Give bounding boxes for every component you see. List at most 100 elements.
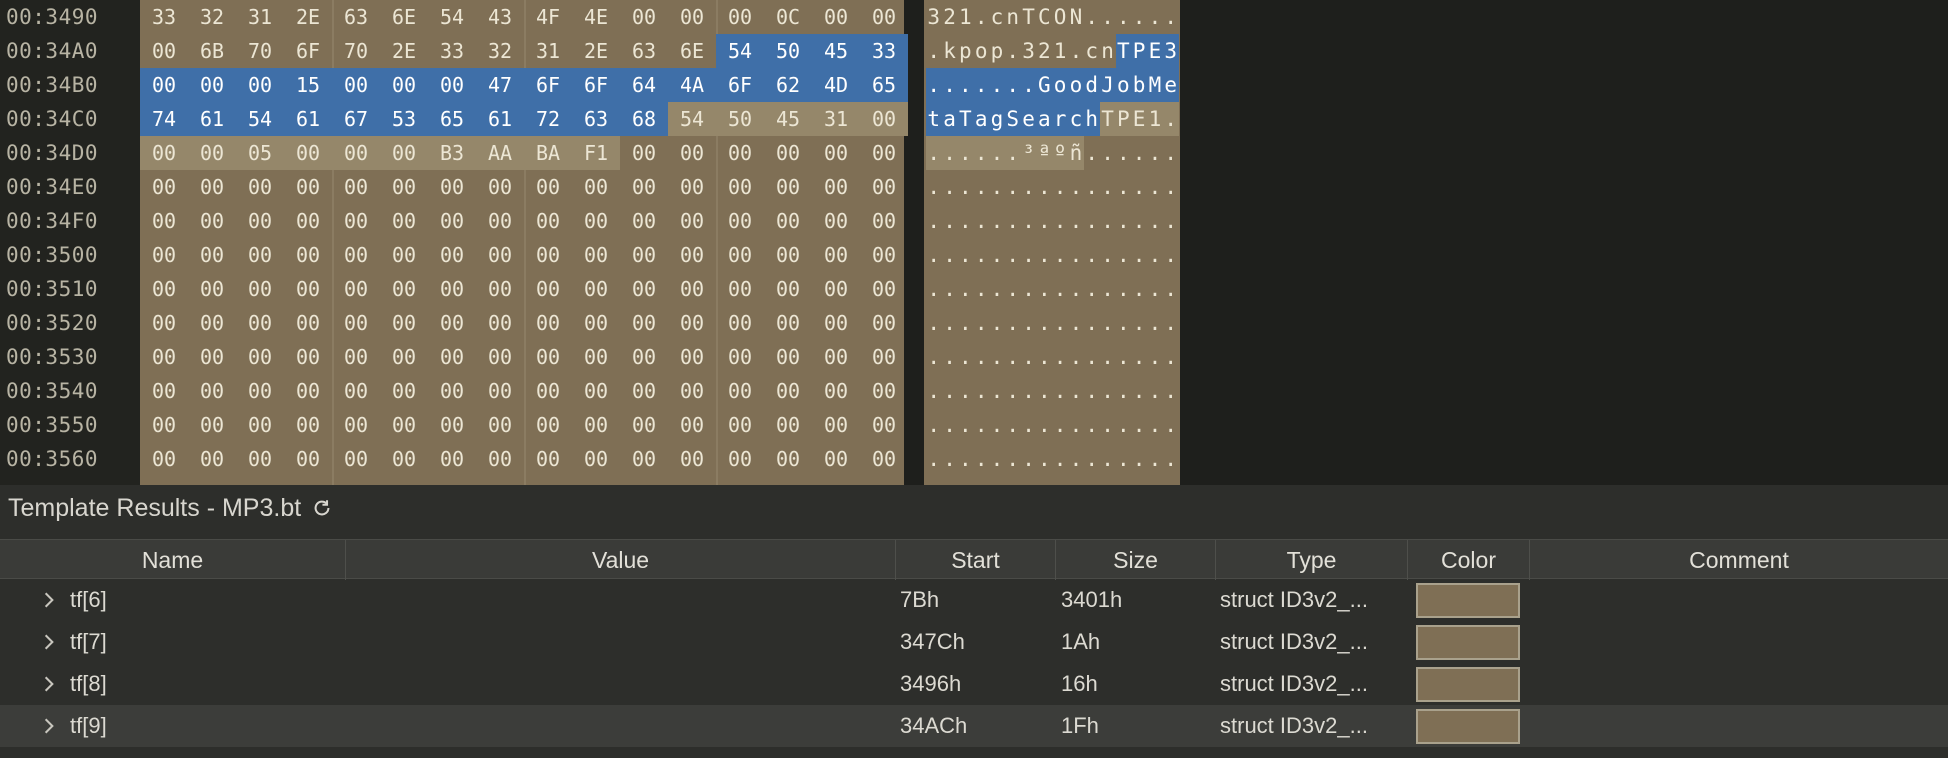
hex-byte[interactable]: 00 [530,238,566,272]
hex-byte[interactable]: 00 [188,136,236,170]
hex-byte[interactable]: 6E [674,34,710,68]
hex-byte[interactable]: 00 [386,238,422,272]
hex-row[interactable]: 00:3500 00 00 00 00 00 00 00 00 00 00 00 00 00 00 00 00.… [0,238,1180,272]
hex-byte[interactable]: 00 [626,306,662,340]
hex-byte[interactable]: 00 [578,204,614,238]
hex-byte[interactable]: 47 [476,68,524,102]
hex-byte[interactable]: 00 [770,408,806,442]
column-header-size[interactable]: Size [1056,540,1216,580]
hex-byte[interactable]: 00 [770,340,806,374]
hex-byte[interactable]: 0C [770,0,806,34]
hex-byte[interactable]: 00 [242,374,278,408]
hex-byte[interactable]: 15 [284,68,332,102]
hex-byte[interactable]: 00 [578,238,614,272]
hex-byte[interactable]: 00 [674,340,710,374]
hex-byte[interactable]: 45 [764,102,812,136]
hex-byte[interactable]: 00 [866,306,902,340]
hex-byte[interactable]: 2E [386,34,422,68]
column-header-name[interactable]: Name [0,540,346,580]
hex-byte[interactable]: 00 [242,204,278,238]
row-color-swatch[interactable] [1416,709,1520,744]
hex-byte[interactable]: 00 [194,374,230,408]
hex-ascii[interactable]: ......³ªºñ...... [924,136,1180,170]
hex-byte[interactable]: 00 [338,170,374,204]
hex-bytes[interactable]: 00 00 00 00 00 00 00 00 00 00 00 00 00 00 00 00 [140,408,904,442]
hex-ascii[interactable]: .......GoodJobMe [924,68,1180,102]
hex-byte[interactable]: 00 [626,204,662,238]
hex-row[interactable]: 00:34C0 74 61 54 61 67 53 65 61 72 63 68 54 50 45 31 00 t… [0,102,1180,136]
hex-row[interactable]: 00:3560 00 00 00 00 00 00 00 00 00 00 00 00 00 00 00 00.… [0,442,1180,476]
hex-byte[interactable]: 6B [194,34,230,68]
chevron-right-icon[interactable] [40,591,58,609]
hex-ascii[interactable]: ................ [924,408,1180,442]
hex-bytes[interactable]: 00 00 05 00 00 00 B3 AA BA F1 00 00 00 00 00 00 [140,136,904,170]
hex-byte[interactable]: 00 [386,204,422,238]
hex-byte[interactable]: 00 [380,68,428,102]
hex-byte[interactable]: 63 [338,0,374,34]
hex-row[interactable]: 00:3520 00 00 00 00 00 00 00 00 00 00 00 00 00 00 00 00.… [0,306,1180,340]
hex-byte[interactable]: 67 [332,102,380,136]
hex-byte[interactable]: 00 [818,374,854,408]
hex-bytes[interactable]: 00 00 00 15 00 00 00 47 6F 6F 64 4A 6F 62 4D 65 [140,68,908,102]
hex-row[interactable]: 00:3490 33 32 31 2E 63 6E 54 43 4F 4E 00 00 00 0C 00 00 3… [0,0,1180,34]
hex-byte[interactable]: 00 [770,238,806,272]
hex-byte[interactable]: 00 [674,204,710,238]
hex-byte[interactable]: 00 [818,204,854,238]
hex-byte[interactable]: 00 [626,136,662,170]
hex-byte[interactable]: 00 [386,408,422,442]
table-row[interactable]: tf[8] 3496h 16h struct ID3v2_... [0,663,1948,705]
hex-byte[interactable]: 00 [194,408,230,442]
hex-byte[interactable]: 00 [146,170,182,204]
hex-byte[interactable]: 00 [578,408,614,442]
column-header-type[interactable]: Type [1216,540,1408,580]
hex-byte[interactable]: AA [476,136,524,170]
hex-row[interactable]: 00:34E0 00 00 00 00 00 00 00 00 00 00 00 00 00 00 00 00.… [0,170,1180,204]
hex-byte[interactable]: 00 [386,306,422,340]
hex-byte[interactable]: 00 [866,136,902,170]
hex-bytes[interactable]: 00 00 00 00 00 00 00 00 00 00 00 00 00 00 00 00 [140,170,904,204]
hex-byte[interactable]: 00 [482,442,518,476]
hex-ascii[interactable]: ................ [924,374,1180,408]
hex-byte[interactable]: 00 [866,374,902,408]
hex-byte[interactable]: 6F [716,68,764,102]
hex-byte[interactable]: 00 [434,306,470,340]
hex-byte[interactable]: 00 [722,272,758,306]
hex-bytes[interactable]: 00 00 00 00 00 00 00 00 00 00 00 00 00 00 00 00 [140,374,904,408]
hex-byte[interactable]: 50 [716,102,764,136]
hex-byte[interactable]: 00 [818,306,854,340]
hex-byte[interactable]: 05 [236,136,284,170]
hex-byte[interactable]: 33 [434,34,470,68]
hex-byte[interactable]: 00 [818,238,854,272]
hex-byte[interactable]: 00 [818,442,854,476]
hex-byte[interactable]: 00 [626,238,662,272]
table-row[interactable]: tf[7] 347Ch 1Ah struct ID3v2_... [0,621,1948,663]
hex-byte[interactable]: 33 [146,0,182,34]
hex-byte[interactable]: B3 [428,136,476,170]
hex-row[interactable]: 00:3530 00 00 00 00 00 00 00 00 00 00 00 00 00 00 00 00.… [0,340,1180,374]
hex-byte[interactable]: 00 [530,170,566,204]
hex-byte[interactable]: 00 [146,340,182,374]
chevron-right-icon[interactable] [40,717,58,735]
hex-byte[interactable]: 00 [530,306,566,340]
column-header-start[interactable]: Start [896,540,1056,580]
hex-byte[interactable]: 00 [482,340,518,374]
hex-byte[interactable]: 00 [338,408,374,442]
table-row-selected[interactable]: tf[9] 34ACh 1Fh struct ID3v2_... [0,705,1948,747]
hex-bytes[interactable]: 00 00 00 00 00 00 00 00 00 00 00 00 00 00 00 00 [140,306,904,340]
hex-bytes[interactable]: 00 6B 70 6F 70 2E 33 32 31 2E 63 6E 54 50 45 33 [140,34,908,68]
hex-byte[interactable]: 00 [722,0,758,34]
hex-byte[interactable]: 00 [770,442,806,476]
hex-byte[interactable]: 00 [818,136,854,170]
hex-byte[interactable]: 00 [482,238,518,272]
hex-byte[interactable]: 00 [626,170,662,204]
hex-byte[interactable]: 00 [146,442,182,476]
hex-byte[interactable]: 00 [146,374,182,408]
hex-byte[interactable]: 00 [818,0,854,34]
hex-byte[interactable]: 00 [674,238,710,272]
hex-byte[interactable]: 53 [380,102,428,136]
hex-byte[interactable]: 43 [482,0,518,34]
hex-byte[interactable]: 00 [242,408,278,442]
hex-byte[interactable]: 00 [578,170,614,204]
hex-byte[interactable]: 2E [578,34,614,68]
hex-byte[interactable]: 00 [386,442,422,476]
